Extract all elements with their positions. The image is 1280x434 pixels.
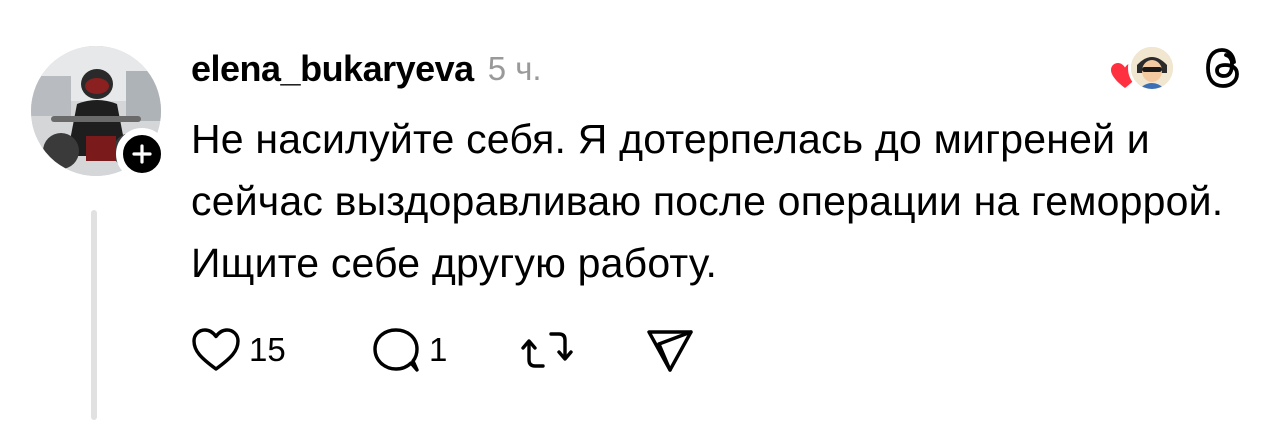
follow-button[interactable] bbox=[116, 128, 168, 180]
thread-post: elena_bukaryeva 5 ч. Не насилуйте себя. … bbox=[0, 0, 1280, 434]
reactions-preview[interactable] bbox=[1102, 40, 1182, 96]
post-actions: 15 1 bbox=[191, 320, 705, 380]
reactor-avatar bbox=[1128, 44, 1176, 92]
reply-count: 1 bbox=[429, 331, 448, 368]
author-username[interactable]: elena_bukaryeva bbox=[191, 48, 474, 90]
post-top-right bbox=[1102, 40, 1250, 96]
author-avatar-container[interactable] bbox=[31, 46, 168, 180]
post-header: elena_bukaryeva 5 ч. bbox=[191, 44, 542, 94]
share-button[interactable] bbox=[645, 326, 705, 374]
repost-button[interactable] bbox=[521, 326, 645, 374]
heart-icon bbox=[192, 328, 240, 371]
plus-icon bbox=[132, 144, 152, 164]
like-button[interactable]: 15 bbox=[191, 327, 371, 373]
post-text: Не насилуйте себя. Я дотерпелась до мигр… bbox=[191, 116, 1224, 286]
send-icon bbox=[647, 330, 693, 372]
reply-button[interactable]: 1 bbox=[371, 326, 521, 374]
post-timestamp: 5 ч. bbox=[487, 50, 542, 87]
threads-logo-icon[interactable] bbox=[1198, 42, 1250, 94]
like-count: 15 bbox=[249, 331, 286, 368]
thread-line bbox=[91, 210, 97, 420]
cartoon-avatar bbox=[1131, 47, 1173, 89]
comment-icon bbox=[373, 328, 419, 372]
repost-icon bbox=[521, 332, 573, 368]
